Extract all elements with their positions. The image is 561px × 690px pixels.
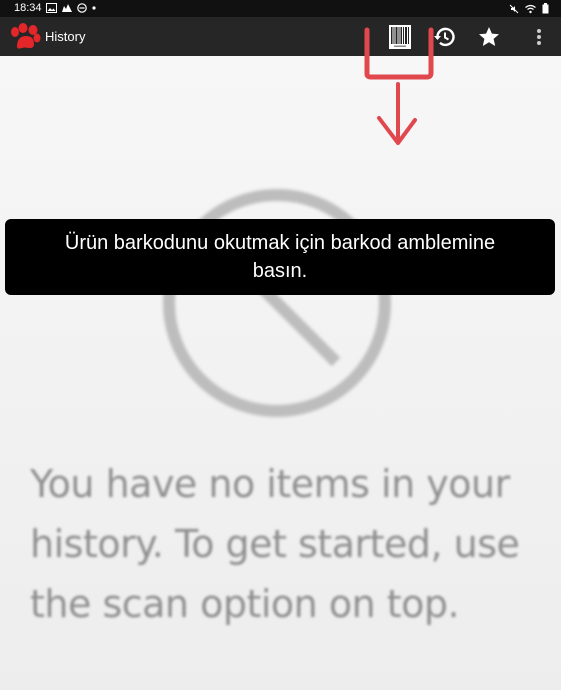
history-button[interactable] xyxy=(428,17,462,56)
toast-message: Ürün barkodunu okutmak için barkod amble… xyxy=(5,219,555,295)
more-vert-icon xyxy=(537,28,541,45)
app-bar: History xyxy=(0,17,561,56)
status-time: 18:34 xyxy=(14,2,42,14)
wifi-icon xyxy=(525,4,536,13)
star-icon xyxy=(479,26,499,46)
more-options-button[interactable] xyxy=(522,17,556,56)
status-bar: 18:34 xyxy=(0,0,561,17)
history-icon xyxy=(434,27,455,46)
status-left-icons xyxy=(46,3,97,13)
do-not-disturb-icon xyxy=(77,3,87,13)
history-empty-state: You have no items in your history. To ge… xyxy=(0,56,561,690)
favorites-button[interactable] xyxy=(472,17,506,56)
barcode-icon xyxy=(389,24,411,49)
image-icon xyxy=(46,3,57,13)
camera-icon xyxy=(62,4,72,12)
scan-button[interactable] xyxy=(383,17,417,56)
empty-history-message: You have no items in your history. To ge… xyxy=(30,462,520,626)
paw-logo-icon xyxy=(11,23,41,49)
page-title: History xyxy=(45,29,86,44)
status-right-icons xyxy=(509,3,549,14)
dot-icon xyxy=(92,6,96,10)
toast-text: Ürün barkodunu okutmak için barkod amble… xyxy=(64,232,496,282)
mute-icon xyxy=(509,4,519,13)
screen: 18:34 History You have no items in your … xyxy=(0,0,561,690)
battery-icon xyxy=(542,3,549,14)
